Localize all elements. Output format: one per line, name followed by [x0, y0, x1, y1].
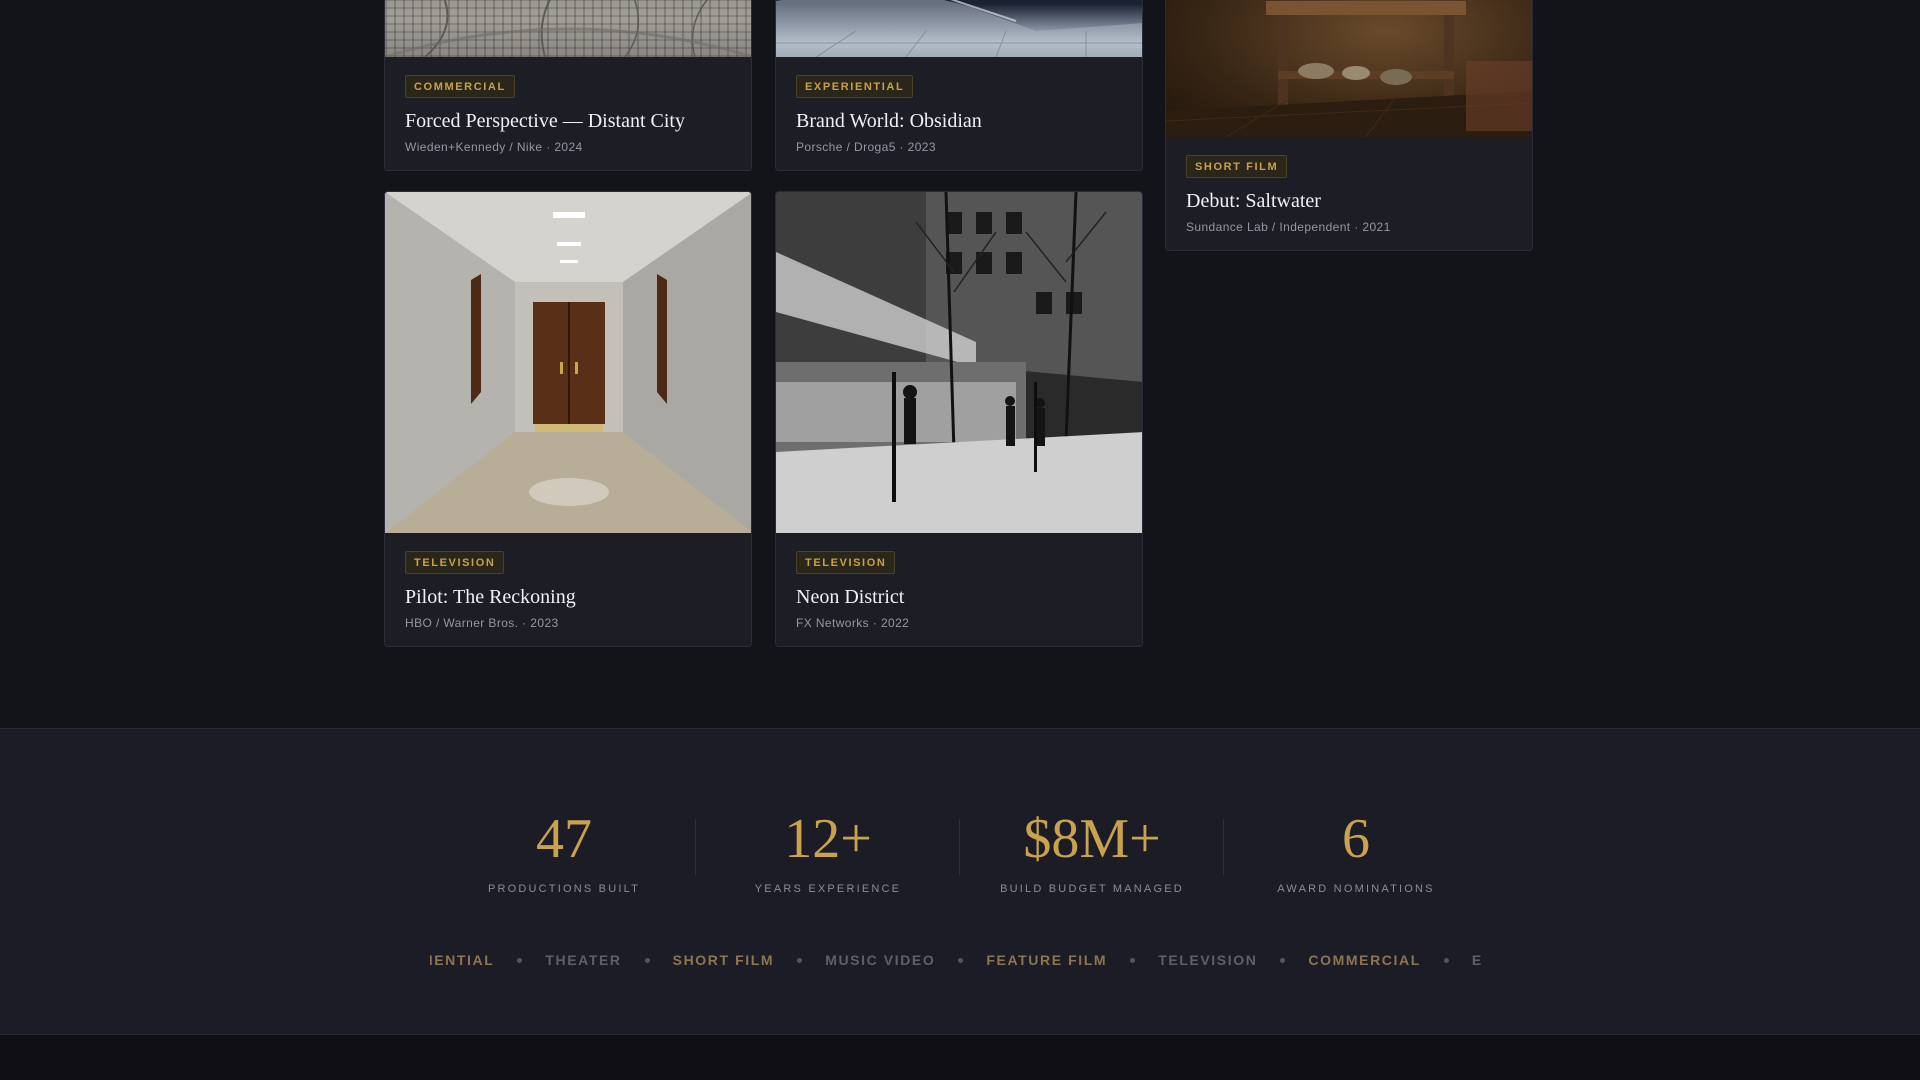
marquee-separator-dot	[1280, 957, 1286, 963]
marquee-item: E	[1471, 952, 1483, 968]
project-card-saltwater[interactable]: SHORT FILM Debut: Saltwater Sundance Lab…	[1165, 0, 1533, 251]
project-meta: Porsche / Droga5 · 2023	[796, 140, 936, 154]
marquee-item: MUSIC VIDEO	[825, 952, 936, 968]
category-marquee: RIENTIAL THEATER SHORT FILM MUSIC VIDEO FEAT…	[430, 952, 1490, 982]
marquee-track: RIENTIAL THEATER SHORT FILM MUSIC VIDEO FEAT…	[430, 952, 1483, 968]
project-meta: FX Networks · 2022	[796, 616, 910, 630]
project-card-forced-perspective[interactable]: COMMERCIAL Forced Perspective — Distant …	[384, 0, 752, 171]
category-tag: EXPERIENTIAL	[796, 75, 914, 98]
stat-productions-built: 47 PRODUCTIONS BUILT	[432, 809, 696, 895]
marquee-item: THEATER	[545, 952, 622, 968]
project-image	[776, 192, 1142, 533]
project-title: Brand World: Obsidian	[796, 110, 982, 132]
marquee-item: SHORT FILM	[672, 952, 775, 968]
car-floor-art	[776, 0, 1142, 57]
stat-value: 47	[536, 808, 592, 870]
project-meta: HBO / Warner Bros. · 2023	[405, 616, 559, 630]
portfolio-grid: COMMERCIAL Forced Perspective — Distant …	[0, 0, 1920, 728]
stat-value: $8M+	[1023, 808, 1161, 870]
stat-award-nominations: 6 AWARD NOMINATIONS	[1224, 809, 1488, 895]
project-card-brand-world[interactable]: EXPERIENTIAL Brand World: Obsidian Porsc…	[775, 0, 1143, 171]
project-image	[385, 192, 751, 533]
marquee-separator-dot	[1130, 957, 1136, 963]
stat-value: 6	[1342, 808, 1370, 870]
category-tag: TELEVISION	[405, 551, 505, 574]
stats-section: 47 PRODUCTIONS BUILT 12+ YEARS EXPERIENC…	[0, 728, 1920, 1035]
category-tag: COMMERCIAL	[405, 75, 515, 98]
hallway-art	[385, 192, 751, 533]
project-image	[776, 0, 1142, 57]
category-tag: TELEVISION	[796, 551, 896, 574]
marquee-item: FEATURE FILM	[986, 952, 1108, 968]
marquee-item: COMMERCIAL	[1308, 952, 1421, 968]
project-title: Debut: Saltwater	[1186, 190, 1321, 212]
marquee-separator-dot	[517, 957, 523, 963]
marquee-separator-dot	[797, 957, 803, 963]
cobblestone-art	[385, 0, 751, 57]
marquee-item: TELEVISION	[1158, 952, 1258, 968]
project-image	[1166, 0, 1532, 137]
project-image	[385, 0, 751, 57]
stat-label: AWARD NOMINATIONS	[1277, 883, 1435, 895]
project-meta: Wieden+Kennedy / Nike · 2024	[405, 140, 583, 154]
marquee-separator-dot	[1443, 957, 1449, 963]
project-card-neon-district[interactable]: TELEVISION Neon District FX Networks · 2…	[775, 191, 1143, 647]
project-meta: Sundance Lab / Independent · 2021	[1186, 220, 1391, 234]
marquee-separator-dot	[644, 957, 650, 963]
stat-label: PRODUCTIONS BUILT	[487, 883, 641, 895]
stat-build-budget: $8M+ BUILD BUDGET MANAGED	[960, 809, 1224, 895]
footer-band	[0, 1035, 1920, 1080]
project-title: Pilot: The Reckoning	[405, 586, 576, 608]
stat-label: YEARS EXPERIENCE	[754, 883, 902, 895]
category-tag: SHORT FILM	[1186, 155, 1288, 178]
stat-value: 12+	[784, 808, 872, 870]
project-title: Neon District	[796, 586, 905, 608]
stat-years-experience: 12+ YEARS EXPERIENCE	[696, 809, 960, 895]
rustic-kitchen-art	[1166, 1, 1532, 137]
project-card-the-reckoning[interactable]: TELEVISION Pilot: The Reckoning HBO / Wa…	[384, 191, 752, 647]
marquee-separator-dot	[958, 957, 964, 963]
street-scene-art	[776, 192, 1142, 533]
marquee-item: RIENTIAL	[430, 952, 495, 968]
stat-label: BUILD BUDGET MANAGED	[1000, 883, 1184, 895]
project-title: Forced Perspective — Distant City	[405, 110, 685, 132]
